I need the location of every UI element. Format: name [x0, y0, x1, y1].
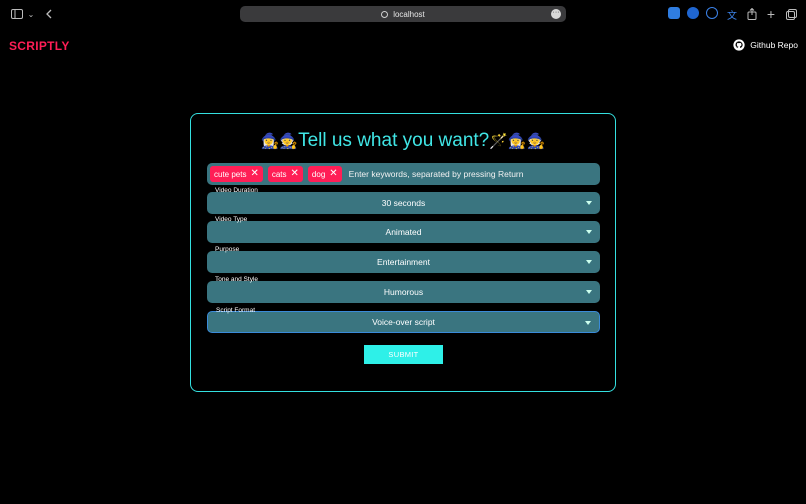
purpose-label: Purpose	[215, 246, 240, 253]
form-heading-text: Tell us what you want?	[298, 130, 490, 151]
video-type-select[interactable]: Video Type Animated	[207, 216, 600, 243]
dropdown-caret-icon	[586, 201, 592, 205]
tone-style-select[interactable]: Tone and Style Humorous	[207, 276, 600, 303]
dropdown-caret-icon	[586, 260, 592, 264]
globe-icon	[381, 10, 389, 18]
new-tab-icon[interactable]: +	[765, 6, 777, 22]
keyword-tag-label: cats	[271, 169, 287, 179]
keywords-input-box[interactable]: cute pets ✕ cats ✕ dog ✕	[207, 163, 600, 185]
tone-style-value: Humorous	[383, 287, 424, 297]
dropdown-caret-icon	[585, 321, 591, 325]
form-heading: 🧙‍♀️🧙Tell us what you want?🪄🧙‍♀️🧙	[191, 130, 615, 152]
wizard-emoji-left: 🧙‍♀️🧙	[260, 133, 299, 150]
chevron-down-icon[interactable]: ⌄	[27, 6, 35, 22]
remove-tag-icon[interactable]: ✕	[329, 169, 337, 179]
script-format-label: Script Format	[216, 307, 256, 314]
url-text: localhost	[393, 9, 425, 19]
video-type-value: Animated	[385, 227, 422, 237]
video-duration-label: Video Duration	[215, 187, 258, 194]
extension-compass-icon[interactable]	[706, 7, 718, 19]
keyword-tag-label: dog	[311, 169, 326, 179]
purpose-value: Entertainment	[377, 257, 430, 267]
wizard-emoji-right: 🪄🧙‍♀️🧙	[489, 133, 546, 150]
remove-tag-icon[interactable]: ✕	[250, 169, 258, 179]
browser-toolbar: ⌄ localhost ··· 文 +	[0, 0, 806, 28]
more-icon[interactable]: ···	[551, 9, 561, 19]
dropdown-caret-icon	[586, 290, 592, 294]
video-type-label: Video Type	[215, 216, 248, 223]
purpose-select[interactable]: Purpose Entertainment	[207, 246, 600, 273]
remove-tag-icon[interactable]: ✕	[291, 169, 299, 179]
sidebar-toggle-icon[interactable]	[10, 6, 24, 22]
github-repo-link[interactable]: Github Repo	[733, 39, 798, 51]
keyword-tag-label: cute pets	[214, 169, 247, 179]
script-format-value: Voice-over script	[372, 317, 435, 327]
tone-style-label: Tone and Style	[215, 276, 259, 283]
dropdown-caret-icon	[586, 230, 592, 234]
video-duration-value: 30 seconds	[381, 198, 426, 208]
keyword-tag: cute pets ✕	[210, 166, 263, 182]
github-icon	[733, 39, 745, 51]
keyword-tag: cats ✕	[267, 166, 303, 182]
submit-button[interactable]: SUBMIT	[364, 345, 443, 364]
extension-blue-icon[interactable]	[687, 7, 699, 19]
brand-logo[interactable]: SCRIPTLY	[9, 39, 70, 53]
extension-shield-icon[interactable]	[668, 7, 680, 19]
keyword-tag: dog ✕	[307, 166, 342, 182]
translate-icon[interactable]: 文	[726, 6, 738, 22]
script-format-select[interactable]: Script Format Voice-over script	[207, 307, 600, 333]
github-repo-label: Github Repo	[750, 40, 798, 50]
video-duration-select[interactable]: Video Duration 30 seconds	[207, 187, 600, 214]
share-icon[interactable]	[746, 6, 758, 22]
address-bar[interactable]: localhost ···	[240, 6, 566, 22]
tabs-overview-icon[interactable]	[785, 6, 797, 22]
request-form-card: 🧙‍♀️🧙Tell us what you want?🪄🧙‍♀️🧙 cute p…	[190, 113, 616, 392]
back-icon[interactable]	[43, 6, 55, 22]
keywords-input[interactable]	[348, 169, 569, 179]
